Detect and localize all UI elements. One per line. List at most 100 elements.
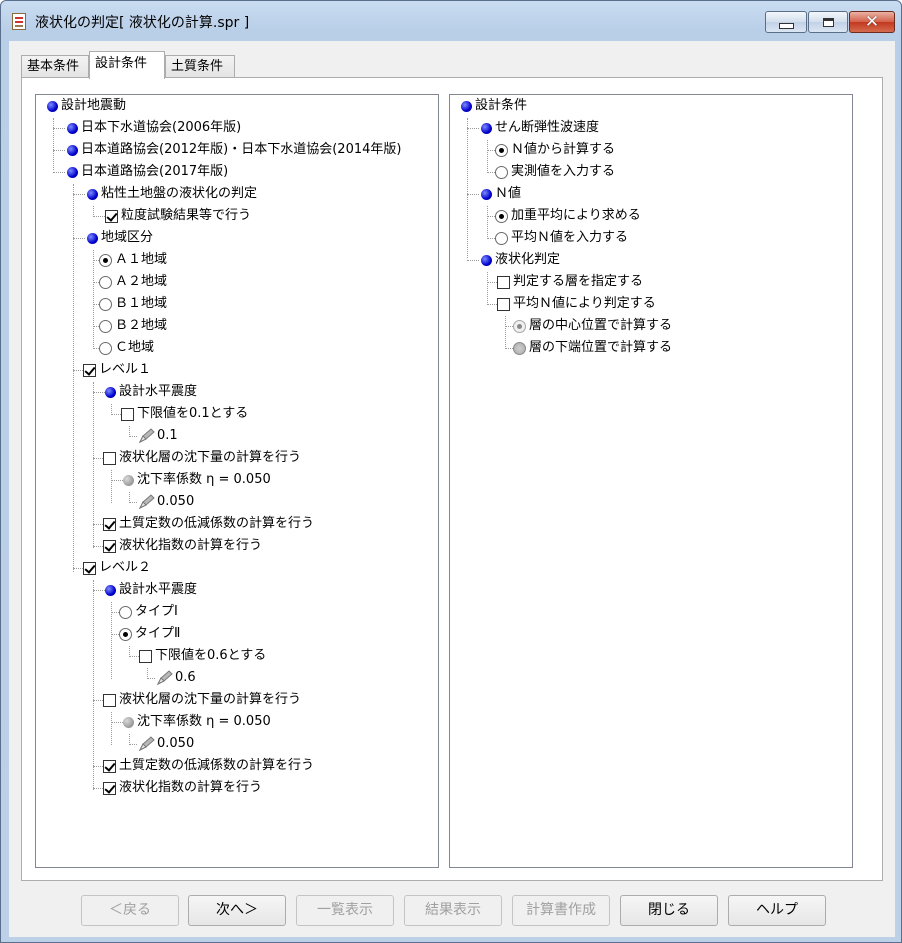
radio-region-b2[interactable]: Ｂ２地域 bbox=[99, 315, 167, 337]
checkbox-grain-test[interactable]: 粒度試験結果等で行う bbox=[105, 205, 251, 227]
title-bar[interactable]: 液状化の判定[ 液状化の計算.spr ] ✕ bbox=[1, 1, 901, 41]
tree-item-viscous-soil[interactable]: 粘性土地盤の液状化の判定 bbox=[87, 183, 257, 205]
tree-item-design-conditions[interactable]: 設計条件 bbox=[461, 95, 527, 117]
node-bullet-icon bbox=[67, 122, 78, 134]
checkbox-level1-lower-limit[interactable]: 下限値を0.1とする bbox=[121, 403, 248, 425]
help-button[interactable]: ヘルプ bbox=[728, 895, 826, 926]
checkbox-level2-lower-limit[interactable]: 下限値を0.6とする bbox=[139, 645, 266, 667]
checkbox-unchecked-icon bbox=[103, 451, 116, 465]
create-report-button[interactable]: 計算書作成 bbox=[512, 895, 610, 926]
node-disabled-bullet-icon bbox=[123, 474, 134, 486]
pencil-icon bbox=[155, 669, 175, 687]
radio-region-a1[interactable]: Ａ１地域 bbox=[99, 249, 167, 271]
checkbox-level1[interactable]: レベル１ bbox=[83, 359, 151, 381]
seismic-tree[interactable]: 設計地震動 日本下水道協会(2006年版) 日本道路協会(2012年版)・日本下… bbox=[35, 94, 439, 868]
tree-item-shear-wave[interactable]: せん断弾性波速度 bbox=[481, 117, 599, 139]
tab-panel: 設計地震動 日本下水道協会(2006年版) 日本道路協会(2012年版)・日本下… bbox=[21, 77, 883, 881]
tree-item-liquefaction[interactable]: 液状化判定 bbox=[481, 249, 560, 271]
radio-unselected-icon bbox=[495, 165, 508, 179]
pencil-icon bbox=[137, 735, 157, 753]
value-level2-lower-limit[interactable]: 0.6 bbox=[155, 667, 196, 689]
radio-n-weighted[interactable]: 加重平均により求める bbox=[495, 205, 641, 227]
radio-unselected-icon bbox=[99, 319, 112, 333]
design-conditions-tree[interactable]: 設計条件 せん断弾性波速度 Ｎ値から計算する 実測値を入力する Ｎ値 加重平均に… bbox=[449, 94, 853, 868]
tree-item-std-2017[interactable]: 日本道路協会(2017年版) bbox=[67, 161, 228, 183]
value-level2-settle-coef[interactable]: 0.050 bbox=[137, 733, 194, 755]
checkbox-level2-index[interactable]: 液状化指数の計算を行う bbox=[103, 777, 262, 799]
radio-type2[interactable]: タイプⅡ bbox=[119, 623, 180, 645]
pencil-icon bbox=[137, 493, 157, 511]
radio-shear-measured[interactable]: 実測値を入力する bbox=[495, 161, 615, 183]
checkbox-checked-icon bbox=[105, 209, 118, 223]
tree-item-level2-settle-coef[interactable]: 沈下率係数 η = 0.050 bbox=[123, 711, 271, 733]
tab-design-conditions[interactable]: 設計条件 bbox=[89, 51, 165, 79]
app-window: 液状化の判定[ 液状化の計算.spr ] ✕ 基本条件 設計条件 土質条件 設計… bbox=[0, 0, 902, 943]
radio-shear-from-n[interactable]: Ｎ値から計算する bbox=[495, 139, 615, 161]
tree-item-region[interactable]: 地域区分 bbox=[87, 227, 153, 249]
tree-item-level1-settle-coef[interactable]: 沈下率係数 η = 0.050 bbox=[123, 469, 271, 491]
radio-liq-bottom[interactable]: 層の下端位置で計算する bbox=[513, 337, 672, 359]
node-bullet-icon bbox=[67, 166, 78, 178]
back-button[interactable]: ＜戻る bbox=[81, 895, 179, 926]
checkbox-liq-layer[interactable]: 判定する層を指定する bbox=[497, 271, 643, 293]
checkbox-unchecked-icon bbox=[497, 297, 510, 311]
checkbox-checked-icon bbox=[83, 561, 96, 575]
next-button[interactable]: 次へ＞ bbox=[188, 895, 286, 926]
checkbox-level1-reduction[interactable]: 土質定数の低減係数の計算を行う bbox=[103, 513, 314, 535]
tree-item-std-2006[interactable]: 日本下水道協会(2006年版) bbox=[67, 117, 241, 139]
checkbox-checked-icon bbox=[103, 781, 116, 795]
node-bullet-icon bbox=[481, 254, 492, 266]
checkbox-checked-icon bbox=[103, 539, 116, 553]
checkbox-unchecked-icon bbox=[139, 649, 152, 663]
checkbox-checked-icon bbox=[103, 759, 116, 773]
tree-item-level1-kh[interactable]: 設計水平震度 bbox=[105, 381, 197, 403]
radio-type1[interactable]: タイプⅠ bbox=[119, 601, 178, 623]
node-bullet-icon bbox=[105, 584, 116, 596]
maximize-icon bbox=[822, 17, 834, 27]
close-window-button[interactable]: ✕ bbox=[849, 11, 895, 33]
radio-unselected-icon bbox=[99, 297, 112, 311]
minimize-button[interactable] bbox=[765, 11, 807, 33]
radio-n-input[interactable]: 平均Ｎ値を入力する bbox=[495, 227, 628, 249]
radio-region-a2[interactable]: Ａ２地域 bbox=[99, 271, 167, 293]
value-level1-settle-coef[interactable]: 0.050 bbox=[137, 491, 194, 513]
radio-selected-icon bbox=[495, 143, 508, 157]
radio-region-b1[interactable]: Ｂ１地域 bbox=[99, 293, 167, 315]
tree-item-n-value[interactable]: Ｎ値 bbox=[481, 183, 521, 205]
radio-selected-icon bbox=[119, 627, 132, 641]
checkbox-level1-settlement[interactable]: 液状化層の沈下量の計算を行う bbox=[103, 447, 301, 469]
result-view-button[interactable]: 結果表示 bbox=[404, 895, 502, 926]
tree-item-std-2012[interactable]: 日本道路協会(2012年版)・日本下水道協会(2014年版) bbox=[67, 139, 401, 161]
tree-item-level2-kh[interactable]: 設計水平震度 bbox=[105, 579, 197, 601]
checkbox-checked-icon bbox=[103, 517, 116, 531]
maximize-button[interactable] bbox=[808, 11, 848, 33]
node-disabled-bullet-icon bbox=[123, 716, 134, 728]
radio-disabled-icon bbox=[513, 341, 526, 355]
radio-selected-icon bbox=[99, 253, 112, 267]
node-bullet-icon bbox=[47, 100, 58, 112]
pencil-icon bbox=[137, 427, 157, 445]
radio-liq-center[interactable]: 層の中心位置で計算する bbox=[513, 315, 672, 337]
radio-unselected-icon bbox=[495, 231, 508, 245]
close-button[interactable]: 閉じる bbox=[620, 895, 718, 926]
checkbox-checked-icon bbox=[83, 363, 96, 377]
checkbox-unchecked-icon bbox=[497, 275, 510, 289]
value-level1-lower-limit[interactable]: 0.1 bbox=[137, 425, 178, 447]
tab-basic-conditions[interactable]: 基本条件 bbox=[21, 55, 89, 78]
checkbox-level2-reduction[interactable]: 土質定数の低減係数の計算を行う bbox=[103, 755, 314, 777]
checkbox-level1-index[interactable]: 液状化指数の計算を行う bbox=[103, 535, 262, 557]
radio-unselected-icon bbox=[119, 605, 132, 619]
tab-soil-conditions[interactable]: 土質条件 bbox=[165, 55, 235, 78]
checkbox-liq-avg-n[interactable]: 平均Ｎ値により判定する bbox=[497, 293, 656, 315]
window-title: 液状化の判定[ 液状化の計算.spr ] bbox=[35, 15, 250, 31]
checkbox-level2-settlement[interactable]: 液状化層の沈下量の計算を行う bbox=[103, 689, 301, 711]
node-bullet-icon bbox=[67, 144, 78, 156]
checkbox-level2[interactable]: レベル２ bbox=[83, 557, 151, 579]
radio-unselected-icon bbox=[99, 341, 112, 355]
radio-region-c[interactable]: Ｃ地域 bbox=[99, 337, 154, 359]
node-bullet-icon bbox=[481, 122, 492, 134]
tree-item-seismic-motion[interactable]: 設計地震動 bbox=[47, 95, 126, 117]
close-icon: ✕ bbox=[864, 11, 880, 32]
list-view-button[interactable]: 一覧表示 bbox=[296, 895, 394, 926]
node-bullet-icon bbox=[461, 100, 472, 112]
